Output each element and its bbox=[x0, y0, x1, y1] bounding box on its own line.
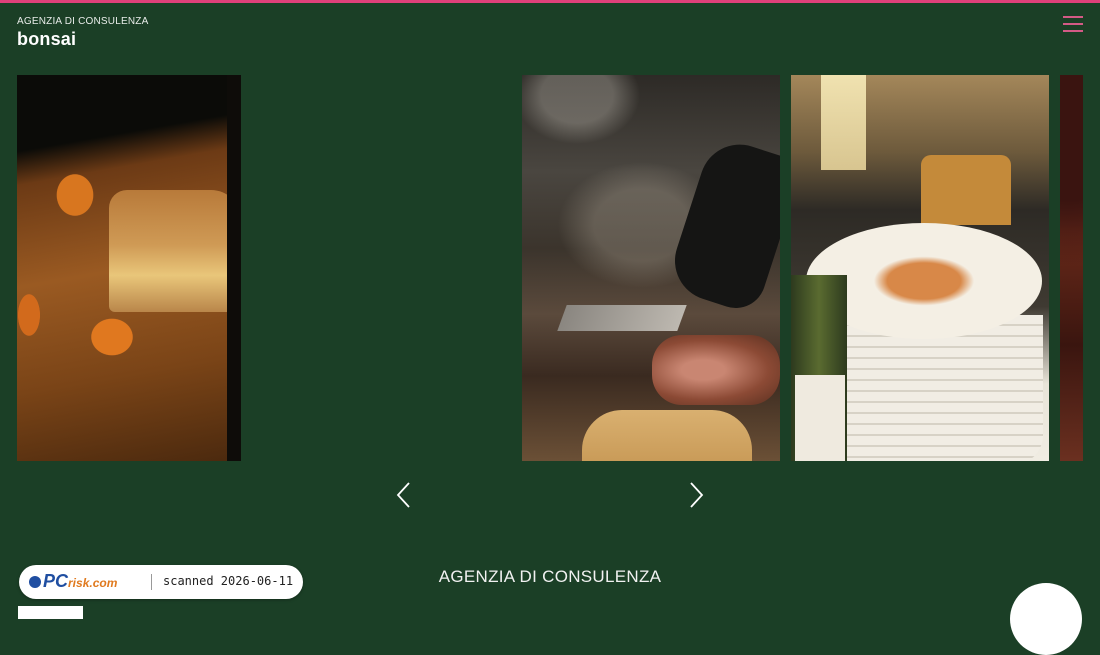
footer-logo-box bbox=[18, 606, 83, 619]
chevron-right-icon[interactable] bbox=[685, 480, 707, 510]
window-image-detail bbox=[821, 75, 866, 170]
cake-image-detail bbox=[109, 190, 241, 312]
brand-subtitle: AGENZIA DI CONSULENZA bbox=[17, 16, 149, 27]
magnifier-icon bbox=[29, 576, 41, 588]
gallery-slide-pasta[interactable] bbox=[791, 75, 1049, 461]
bottle-label-image-detail bbox=[795, 375, 845, 461]
hamburger-menu-icon[interactable] bbox=[1063, 14, 1083, 32]
scan-date-text: scanned 2026-06-11 bbox=[163, 574, 294, 588]
gallery-slide-partial[interactable] bbox=[1060, 75, 1083, 461]
chair-image-detail bbox=[921, 155, 1011, 225]
top-accent-bar bbox=[0, 0, 1100, 3]
spatula-image-detail bbox=[557, 305, 687, 331]
gallery-slide-griddle[interactable] bbox=[522, 75, 780, 461]
bread-image-detail bbox=[582, 410, 752, 461]
glove-image-detail bbox=[664, 134, 780, 316]
image-edge bbox=[227, 75, 241, 461]
watermark-badge: PCrisk.com scanned 2026-06-11 bbox=[19, 565, 303, 599]
chat-button[interactable] bbox=[1010, 583, 1082, 655]
bacon-image-detail bbox=[652, 335, 780, 405]
pcrisk-logo: PCrisk.com bbox=[29, 571, 117, 592]
logo-sub-text: risk.com bbox=[68, 576, 118, 590]
gallery-slide-apricot-cake[interactable] bbox=[17, 75, 241, 461]
brand-logo[interactable]: bonsai bbox=[17, 29, 76, 50]
badge-divider bbox=[151, 574, 152, 590]
logo-main-text: PC bbox=[43, 571, 69, 591]
chevron-left-icon[interactable] bbox=[393, 480, 415, 510]
